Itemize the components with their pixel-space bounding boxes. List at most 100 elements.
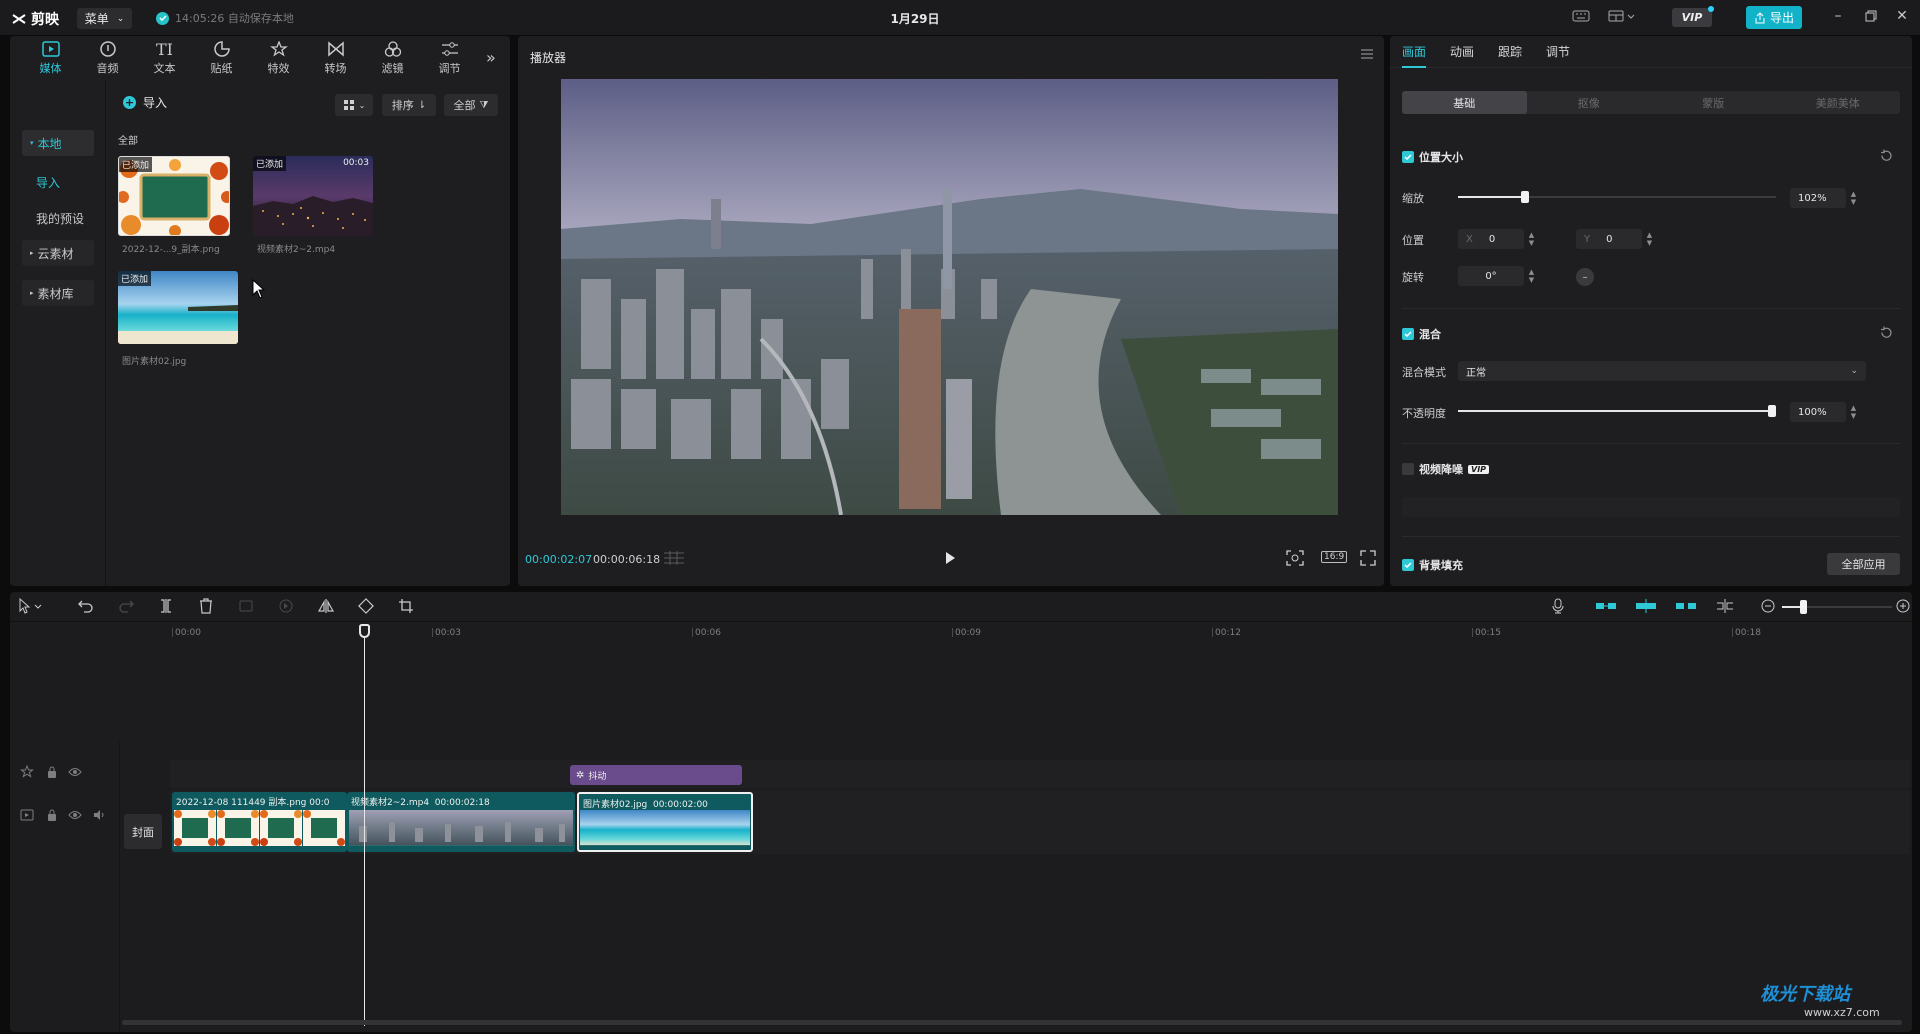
scale-slider[interactable] [1458, 191, 1776, 203]
close-icon[interactable]: ✕ [1892, 8, 1912, 24]
effect-clip[interactable]: ✲ 抖动 [570, 765, 742, 785]
filter-button[interactable]: 全部 ⧩ [444, 94, 498, 116]
slider-knob[interactable] [1768, 405, 1776, 417]
reverse-icon[interactable] [278, 598, 294, 614]
vip-badge[interactable]: VIP [1672, 8, 1712, 27]
cover-button[interactable]: 封面 [124, 814, 162, 849]
sidebar-item-import[interactable]: 导入 [36, 174, 60, 191]
sidebar-item-library[interactable]: ▸ 素材库 [22, 280, 94, 306]
zoom-in-icon[interactable] [1895, 598, 1911, 614]
slider-knob[interactable] [1800, 600, 1807, 614]
video-preview[interactable] [561, 79, 1338, 515]
zoom-slider[interactable] [1782, 600, 1892, 614]
timeline-clip[interactable]: 2022-12-08 111449 副本.png 00:0 [172, 792, 347, 852]
lock-icon[interactable] [46, 808, 58, 822]
eye-icon[interactable] [68, 808, 82, 822]
stepper-icon[interactable]: ▲ ▼ [1644, 229, 1655, 249]
zoom-out-icon[interactable] [1760, 598, 1776, 614]
select-tool-icon[interactable] [18, 598, 44, 614]
subtab-basic[interactable]: 基础 [1402, 91, 1527, 114]
tab-animation[interactable]: 动画 [1450, 43, 1474, 60]
linkage-icon[interactable] [1675, 598, 1697, 614]
tab-audio[interactable]: 音频 [79, 36, 136, 80]
rotate-icon[interactable] [358, 598, 374, 614]
subtab-mask[interactable]: 蒙版 [1651, 91, 1776, 114]
stepper-icon[interactable]: ▲ ▼ [1848, 188, 1859, 208]
tab-tracking[interactable]: 跟踪 [1498, 43, 1522, 60]
aspect-ratio-button[interactable]: 16:9 [1321, 551, 1348, 563]
sidebar-item-local[interactable]: ▾ 本地 [22, 130, 94, 156]
scale-value[interactable]: 102% [1790, 188, 1846, 208]
import-button[interactable]: + 导入 [123, 94, 167, 111]
stepper-icon[interactable]: ▲ ▼ [1526, 229, 1537, 249]
speaker-icon[interactable] [92, 808, 106, 822]
sidebar-item-cloud[interactable]: ▸ 云素材 [22, 240, 94, 266]
lock-icon[interactable] [46, 765, 58, 779]
export-button[interactable]: 导出 [1746, 6, 1802, 29]
tab-transitions[interactable]: 转场 [307, 36, 364, 80]
redo-icon[interactable] [118, 598, 134, 614]
freeze-frame-icon[interactable] [238, 598, 254, 614]
tab-adjust[interactable]: 调节 [421, 36, 478, 80]
opacity-slider[interactable] [1458, 405, 1776, 417]
timeline-clip-selected[interactable]: 图片素材02.jpg 00:00:02:00 [577, 792, 753, 852]
reset-icon[interactable] [1880, 149, 1893, 162]
subtab-beauty[interactable]: 美颜美体 [1776, 91, 1901, 114]
reset-icon[interactable] [1880, 326, 1893, 339]
blend-mode-select[interactable]: 正常 ⌄ [1458, 361, 1866, 381]
delete-icon[interactable] [198, 598, 214, 614]
media-item[interactable]: 已添加 00:03 [253, 156, 373, 236]
tab-text[interactable]: TI 文本 [136, 36, 193, 80]
undo-icon[interactable] [78, 598, 94, 614]
eye-icon[interactable] [68, 765, 82, 779]
tab-media[interactable]: 媒体 [22, 36, 79, 80]
stepper-icon[interactable]: ▲ ▼ [1526, 266, 1537, 286]
tab-adjustment[interactable]: 调节 [1546, 43, 1570, 60]
keyboard-shortcut-icon[interactable] [1572, 9, 1590, 23]
tab-picture[interactable]: 画面 [1402, 43, 1426, 60]
tab-stickers[interactable]: 贴纸 [193, 36, 250, 80]
preview-axis-icon[interactable] [1715, 598, 1735, 614]
fit-screen-icon[interactable] [1286, 550, 1304, 566]
slider-knob[interactable] [1520, 191, 1529, 203]
microphone-icon[interactable] [1550, 598, 1566, 614]
mirror-icon[interactable] [318, 598, 334, 614]
tab-filters[interactable]: 滤镜 [364, 36, 421, 80]
blend-section[interactable]: 混合 [1402, 326, 1441, 342]
position-x-field[interactable]: X0 [1458, 229, 1524, 249]
chevron-down-icon: ⌄ [1850, 366, 1858, 376]
denoise-select-disabled [1402, 497, 1900, 517]
rotation-field[interactable]: 0° [1458, 266, 1524, 286]
sidebar-item-presets[interactable]: 我的预设 [36, 210, 84, 227]
background-fill-section[interactable]: 背景填充 [1402, 557, 1463, 573]
main-track-magnet-icon[interactable] [1595, 598, 1617, 614]
playhead-handle[interactable] [359, 624, 370, 638]
play-button[interactable] [943, 550, 957, 566]
media-item[interactable]: 已添加 [118, 271, 238, 344]
view-mode-button[interactable]: ⌄ [335, 94, 373, 116]
hamburger-menu-icon[interactable] [1360, 48, 1374, 60]
video-track-icon [20, 808, 34, 822]
sort-button[interactable]: 排序 ⇂ [382, 94, 436, 116]
fullscreen-icon[interactable] [1360, 550, 1376, 566]
rotate-dial-icon[interactable]: – [1576, 268, 1594, 286]
stepper-icon[interactable]: ▲ ▼ [1848, 402, 1859, 422]
media-item[interactable]: 已添加 [118, 156, 230, 236]
opacity-value[interactable]: 100% [1790, 402, 1846, 422]
subtab-cutout[interactable]: 抠像 [1527, 91, 1652, 114]
split-icon[interactable] [158, 598, 174, 614]
auto-snap-icon[interactable] [1635, 598, 1657, 614]
layout-icon[interactable] [1608, 9, 1636, 23]
more-tabs-icon[interactable]: » [486, 48, 496, 67]
position-size-section[interactable]: 位置大小 [1402, 149, 1463, 165]
restore-icon[interactable] [1860, 8, 1880, 24]
minimize-icon[interactable]: – [1828, 8, 1848, 24]
horizontal-scrollbar[interactable] [122, 1020, 1902, 1025]
apply-all-button[interactable]: 全部应用 [1827, 553, 1900, 575]
tab-effects[interactable]: 特效 [250, 36, 307, 80]
timeline-mode-icon[interactable] [663, 550, 685, 566]
position-y-field[interactable]: Y0 [1576, 229, 1642, 249]
timeline-clip[interactable]: 视频素材2~2.mp4 00:00:02:18 [347, 792, 575, 852]
crop-icon[interactable] [398, 598, 414, 614]
denoise-section[interactable]: 视频降噪 VIP [1402, 461, 1490, 477]
